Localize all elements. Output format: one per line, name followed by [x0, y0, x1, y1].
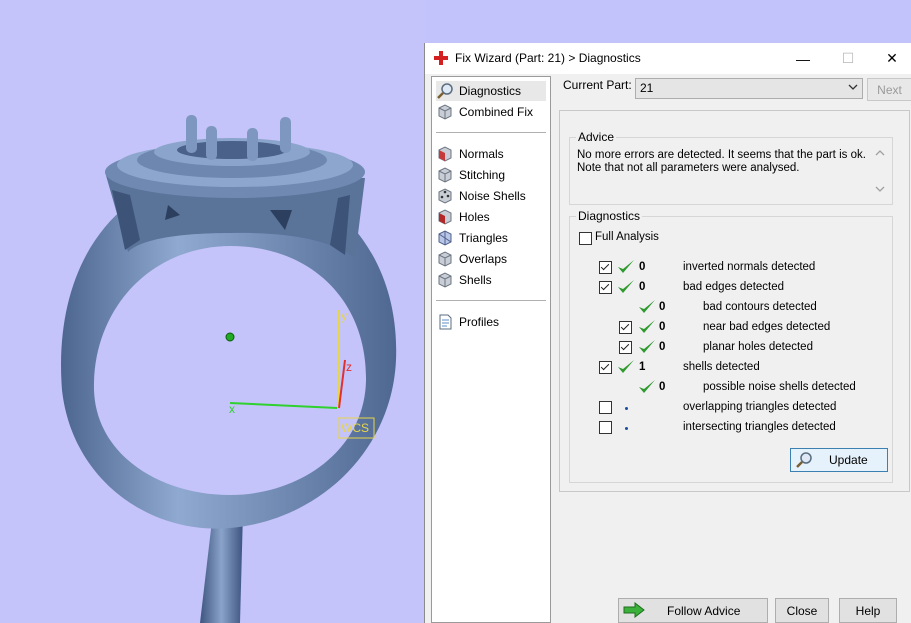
current-part-value: 21: [640, 81, 654, 95]
row-label: bad edges detected: [683, 281, 785, 293]
cube-red-icon: [438, 209, 452, 225]
nav-item-noise-shells[interactable]: Noise Shells: [436, 186, 526, 206]
row-label: near bad edges detected: [703, 321, 831, 333]
chevron-down-icon: [848, 84, 858, 90]
update-button[interactable]: Update: [790, 448, 888, 472]
nav-label: Normals: [459, 147, 504, 161]
nav-item-stitching[interactable]: Stitching: [436, 165, 505, 185]
nav-label: Noise Shells: [459, 189, 526, 203]
fix-wizard-window: Fix Wizard (Part: 21) > Diagnostics — ☐ …: [424, 43, 911, 623]
cube-icon: [438, 104, 452, 120]
green-check-icon: [639, 380, 655, 393]
axis-z-label: z: [346, 360, 352, 374]
green-check-icon: [639, 300, 655, 313]
row-count: 0: [639, 281, 646, 293]
green-check-icon: [618, 360, 634, 373]
row-label: intersecting triangles detected: [683, 421, 836, 433]
row-checkbox[interactable]: [599, 361, 612, 374]
axis-x-label: x: [229, 402, 235, 416]
follow-advice-button[interactable]: Follow Advice: [618, 598, 768, 623]
3d-viewport[interactable]: x y z WCS: [0, 0, 425, 623]
nav-item-combined-fix[interactable]: Combined Fix: [436, 102, 533, 122]
update-label: Update: [829, 453, 868, 467]
axis-y-label: y: [341, 309, 347, 323]
cube-blue-icon: [438, 230, 452, 246]
magnifier-icon: [437, 83, 453, 99]
row-count: 0: [659, 321, 666, 333]
row-checkbox[interactable]: [599, 261, 612, 274]
cube-icon: [438, 272, 452, 288]
row-checkbox[interactable]: [599, 401, 612, 414]
nav-item-overlaps[interactable]: Overlaps: [436, 249, 507, 269]
red-cross-icon: [434, 51, 448, 65]
row-label: inverted normals detected: [683, 261, 816, 273]
full-analysis-checkbox[interactable]: [579, 232, 592, 245]
current-part-label: Current Part:: [563, 78, 632, 92]
nav-item-profiles[interactable]: Profiles: [436, 312, 499, 332]
wcs-label: WCS: [341, 421, 369, 435]
advice-text: No more errors are detected. It seems th…: [577, 149, 867, 175]
wizard-nav: Diagnostics Combined Fix Normals Stitchi…: [431, 76, 551, 623]
row-count: 0: [659, 301, 666, 313]
arrow-right-icon: [623, 602, 645, 618]
advice-scrollbar[interactable]: [873, 147, 887, 195]
advice-group-label: Advice: [576, 130, 617, 144]
window-title: Fix Wizard (Part: 21) > Diagnostics: [455, 51, 641, 65]
row-label: bad contours detected: [703, 301, 817, 313]
advice-line-2: Note that not all parameters were analys…: [577, 162, 800, 174]
row-checkbox[interactable]: [619, 341, 632, 354]
next-button[interactable]: Next: [867, 78, 911, 101]
row-label: shells detected: [683, 361, 760, 373]
row-label: overlapping triangles detected: [683, 401, 837, 413]
row-label: planar holes detected: [703, 341, 813, 353]
title-bar: Fix Wizard (Part: 21) > Diagnostics — ☐ …: [425, 43, 911, 74]
nav-item-normals[interactable]: Normals: [436, 144, 504, 164]
nav-label: Profiles: [459, 315, 500, 329]
ring-model: [61, 115, 397, 623]
row-checkbox[interactable]: [599, 281, 612, 294]
nav-divider: [436, 132, 546, 133]
nav-item-triangles[interactable]: Triangles: [436, 228, 508, 248]
follow-advice-label: Follow Advice: [667, 604, 741, 618]
nav-label: Diagnostics: [459, 84, 522, 98]
cube-icon: [438, 167, 452, 183]
close-button[interactable]: Close: [775, 598, 829, 623]
nav-label: Triangles: [459, 231, 508, 245]
row-checkbox[interactable]: [619, 321, 632, 334]
nav-item-holes[interactable]: Holes: [436, 207, 490, 227]
full-analysis-label: Full Analysis: [595, 231, 659, 243]
status-dot-icon: [625, 407, 628, 410]
status-dot-icon: [625, 427, 628, 430]
nav-divider: [436, 300, 546, 301]
green-check-icon: [639, 320, 655, 333]
close-window-button[interactable]: ✕: [869, 43, 911, 74]
document-icon: [439, 314, 452, 330]
cube-red-icon: [438, 146, 452, 162]
nav-label: Stitching: [459, 168, 506, 182]
green-check-icon: [618, 280, 634, 293]
row-count: 0: [659, 381, 666, 393]
advice-line-1: No more errors are detected. It seems th…: [577, 149, 866, 161]
cube-dots-icon: [438, 188, 452, 204]
help-button[interactable]: Help: [839, 598, 897, 623]
diagnostics-group-label: Diagnostics: [576, 209, 643, 223]
green-check-icon: [618, 260, 634, 273]
nav-item-diagnostics[interactable]: Diagnostics: [436, 81, 546, 101]
nav-label: Combined Fix: [459, 105, 534, 119]
maximize-button[interactable]: ☐: [825, 43, 871, 74]
nav-label: Overlaps: [459, 252, 508, 266]
cube-icon: [438, 251, 452, 267]
green-check-icon: [639, 340, 655, 353]
nav-label: Holes: [459, 210, 490, 224]
nav-label: Shells: [459, 273, 492, 287]
nav-item-shells[interactable]: Shells: [436, 270, 492, 290]
row-count: 1: [639, 361, 646, 373]
row-count: 0: [659, 341, 666, 353]
row-count: 0: [639, 261, 646, 273]
minimize-button[interactable]: —: [780, 43, 826, 74]
row-checkbox[interactable]: [599, 421, 612, 434]
row-label: possible noise shells detected: [703, 381, 856, 393]
current-part-select[interactable]: 21: [635, 78, 863, 99]
magnifier-icon: [796, 452, 812, 468]
